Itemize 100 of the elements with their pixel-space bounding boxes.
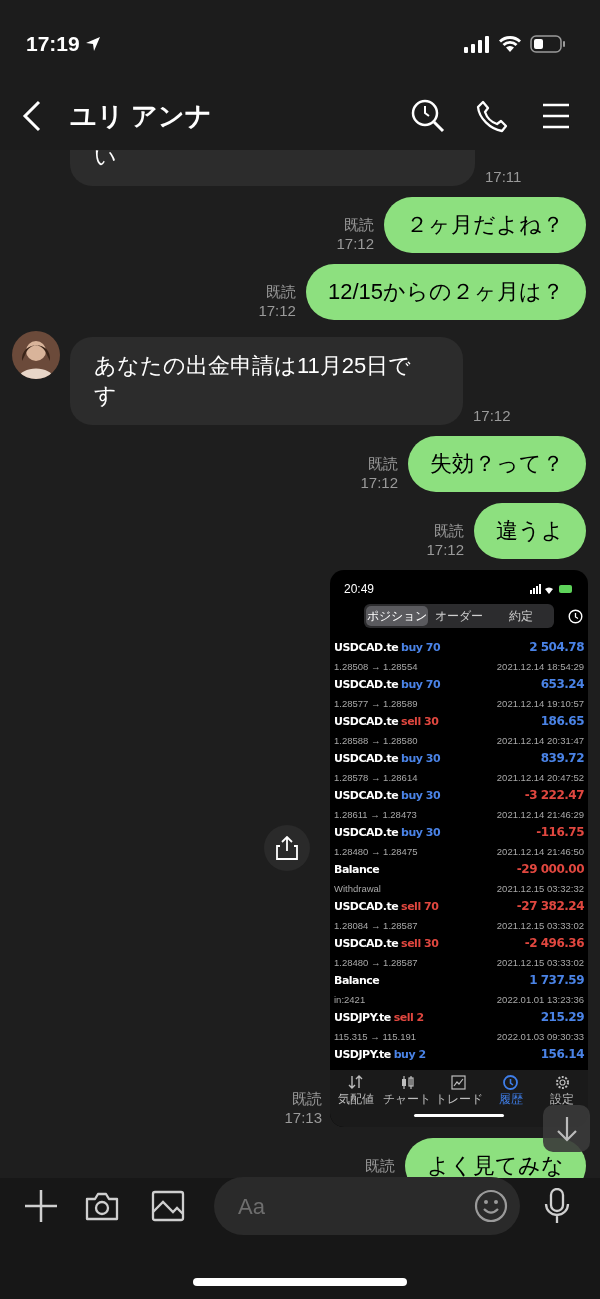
trade-symbol: USDCAD.te (334, 714, 399, 730)
trade-amount: -27 382.24 (516, 898, 584, 915)
trade-side: sell 70 (401, 899, 439, 915)
trade-amount: -29 000.00 (516, 861, 584, 878)
trade-side: sell 30 (401, 714, 439, 730)
trade-amount: -116.75 (536, 824, 584, 841)
read-receipt: 既読 (344, 215, 374, 234)
menu-icon[interactable] (542, 103, 570, 129)
message-bubble: 違うよ (474, 503, 586, 559)
trade-side: sell 2 (393, 1010, 424, 1026)
trade-symbol: USDCAD.te (334, 899, 399, 915)
clock-icon (502, 1074, 520, 1091)
trade-date: 2021.12.14 20:31:47 (496, 733, 584, 748)
down-arrow-icon (555, 1115, 578, 1142)
nav-tab[interactable]: 気配値 (330, 1074, 381, 1106)
trade-side: buy 2 (393, 1047, 426, 1063)
trade-side: buy 30 (401, 825, 441, 841)
nav-tab[interactable]: チャート (382, 1074, 433, 1106)
segment-tab[interactable]: ポジション (366, 606, 428, 626)
trade-date: 2021.12.14 18:54:29 (496, 659, 584, 674)
message-time: 17:12 (258, 301, 296, 320)
trade-symbol: USDCAD.te (334, 788, 399, 804)
trade-date: 2021.12.14 20:47:52 (496, 770, 584, 785)
plus-icon[interactable] (24, 1189, 58, 1223)
trade-date: 2022.01.01 13:23:36 (496, 992, 584, 1007)
nav-tab[interactable]: トレード (434, 1074, 484, 1106)
trade-date: 2021.12.15 03:33:02 (496, 955, 584, 970)
gear-icon (553, 1074, 571, 1091)
message-time: 17:11 (485, 167, 522, 186)
trade-prices: in:2421 (334, 992, 366, 1007)
read-receipt: 既読 (292, 1089, 322, 1108)
trade-symbol: USDCAD.te (334, 751, 399, 767)
trade-amount: 186.65 (540, 713, 584, 730)
trade-prices: 1.28588 → 1.28580 (334, 733, 418, 748)
avatar[interactable] (12, 331, 60, 379)
image-icon[interactable] (151, 1190, 185, 1222)
line-chart-icon (450, 1074, 468, 1091)
trade-prices: 1.28480 → 1.28587 (334, 955, 418, 970)
nav-tab[interactable]: 設定 (537, 1074, 588, 1106)
share-button[interactable] (264, 825, 310, 871)
read-receipt: 既読 (265, 282, 296, 301)
microphone-icon[interactable] (544, 1188, 570, 1224)
battery-icon (530, 35, 566, 53)
phone-icon[interactable] (476, 99, 508, 133)
segment-tab[interactable]: オーダー (428, 606, 490, 626)
search-icon[interactable] (410, 98, 446, 134)
trade-symbol: Balance (334, 973, 380, 989)
screenshot-image[interactable] (330, 570, 588, 1127)
emoji-icon[interactable] (474, 1189, 508, 1223)
trade-prices: 1.28508 → 1.28554 (334, 659, 418, 674)
trade-side: buy 70 (401, 677, 441, 693)
status-icons (530, 584, 574, 594)
trade-prices: 1.28578 → 1.28614 (334, 770, 418, 785)
arrows-icon (347, 1074, 365, 1091)
message-bubble: ２ヶ月だよね？ (384, 197, 586, 253)
message-bubble: 失効？って？ (408, 436, 586, 492)
trade-prices: 1.28480 → 1.28475 (334, 844, 418, 859)
trade-amount: 1 737.59 (529, 972, 584, 989)
segment-tab[interactable]: 約定 (490, 606, 552, 626)
trade-amount: 2 504.78 (529, 639, 584, 656)
trade-amount: 215.29 (540, 1009, 584, 1026)
trade-prices: 1.28577 → 1.28589 (334, 696, 418, 711)
read-receipt: 既読 (434, 521, 464, 540)
message-input-field[interactable]: Aa (214, 1177, 520, 1235)
message-time: 17:12 (473, 406, 511, 425)
trade-side: buy 70 (401, 640, 441, 656)
trade-symbol: USDCAD.te (334, 936, 399, 952)
trade-prices: 115.315 → 115.191 (334, 1029, 417, 1044)
camera-icon[interactable] (85, 1191, 119, 1221)
trade-symbol: USDJPY.te (334, 1047, 391, 1063)
trade-amount: -3 222.47 (524, 787, 584, 804)
signal-icon (464, 35, 490, 53)
message-time: 17:12 (360, 473, 398, 492)
message-time: 17:12 (336, 234, 374, 253)
trade-date: 2021.12.15 03:32:32 (496, 881, 584, 896)
trade-symbol: USDCAD.te (334, 640, 399, 656)
trade-date: 2021.12.14 19:10:57 (496, 696, 584, 711)
scroll-down-button[interactable] (543, 1105, 590, 1152)
share-icon (276, 836, 298, 860)
message-bubble: 12/15からの２ヶ月は？ (305, 264, 586, 320)
trade-prices: Withdrawal (334, 881, 381, 896)
trade-side: buy 30 (401, 751, 441, 767)
read-receipt: 既読 (365, 1156, 395, 1175)
trade-date: 2021.12.15 03:33:02 (496, 918, 584, 933)
trade-amount: -2 496.36 (524, 935, 584, 952)
trade-amount: 839.72 (540, 750, 584, 767)
trade-side: sell 30 (401, 936, 439, 952)
message-input[interactable]: Aa (238, 1189, 474, 1223)
trade-symbol: USDCAD.te (334, 825, 399, 841)
trade-side: buy 30 (401, 788, 441, 804)
trade-prices: 1.28084 → 1.28587 (334, 918, 418, 933)
message-time: 17:12 (426, 540, 464, 559)
trade-symbol: Balance (334, 862, 380, 878)
nav-tab[interactable]: 履歴 (485, 1074, 536, 1106)
clock-icon[interactable] (568, 608, 583, 624)
trade-amount: 156.14 (540, 1046, 584, 1063)
message-bubble: あなたの出金申請は11月25日です (70, 337, 463, 425)
trade-symbol: USDCAD.te (334, 677, 399, 693)
status-time: 17:19 (26, 31, 80, 58)
trade-date: 2021.12.14 21:46:29 (496, 807, 584, 822)
